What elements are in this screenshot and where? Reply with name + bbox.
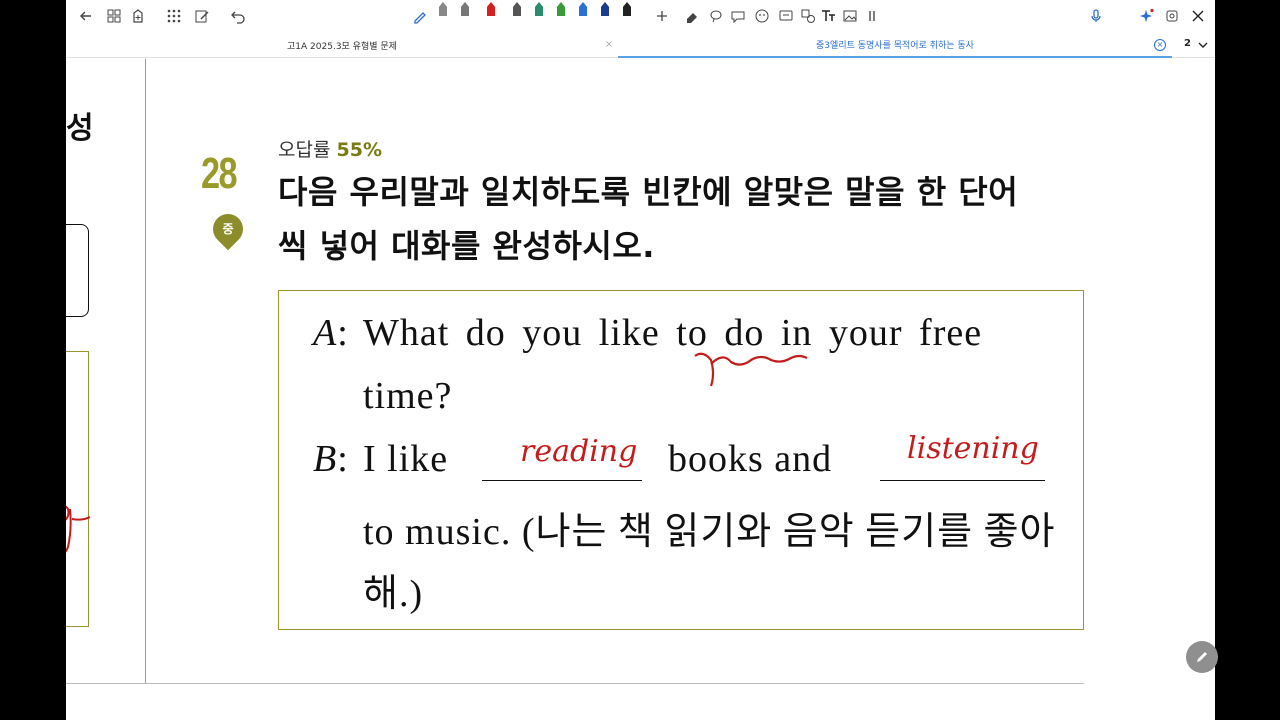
handwritten-answer-1: reading [520,434,638,469]
microphone-icon[interactable] [1084,4,1108,28]
plus-icon[interactable] [650,4,674,28]
dialog-a-line-1: What do you like to do in your free [363,312,983,354]
page-bottom-rule [66,683,1084,684]
handwritten-answer-2: listening [907,431,1039,466]
image-icon[interactable] [838,4,862,28]
tab-document-1[interactable]: 고1A 2025.3모 유형별 문제 [66,32,618,58]
speaker-a-colon: : [337,312,349,354]
pen-blue[interactable] [576,2,590,24]
difficulty-badge: 중 [206,207,250,251]
undo-icon[interactable] [226,4,250,28]
page-column-divider [145,59,146,684]
left-page-box [66,224,89,317]
pen-black[interactable] [620,2,634,24]
tab-document-1-label: 고1A 2025.3모 유형별 문제 [287,41,397,52]
speaker-b-colon: : [337,438,349,480]
underline-squiggle-mark [694,352,808,387]
speaker-a: A: [313,311,349,355]
back-arrow-icon[interactable] [74,4,98,28]
left-handwriting-mark [66,505,91,553]
chevron-down-icon[interactable] [1197,37,1209,51]
instruction-line-2: 씩 넣어 대화를 완성하시오. [278,227,655,265]
eraser-icon[interactable] [680,4,704,28]
pen-gray-2[interactable] [458,2,472,24]
pen-dark[interactable] [510,2,524,24]
speaker-a-label: A [313,312,338,354]
document-page[interactable]: 성 28 중 오답률 55% 다음 우리말과 일치하도록 빈칸에 알맞은 말을 … [66,59,1215,720]
tab-document-2[interactable]: 중3엘리트 동명사를 목적어로 취하는 동사 [618,32,1172,58]
question-instruction: 다음 우리말과 일치하도록 빈칸에 알맞은 말을 한 단어 씩 넣어 대화를 완… [278,165,1098,273]
lasso-icon[interactable] [704,4,728,28]
speaker-b: B: [313,437,349,481]
grid-icon[interactable] [102,4,126,28]
pen-gray[interactable] [436,2,450,24]
pen-navy[interactable] [598,2,612,24]
more-tools-icon[interactable] [860,4,884,28]
dialog-b-line-2-text: to music. (나는 책 읽기와 음악 듣기를 좋아 [363,511,1056,553]
pencil-icon[interactable] [1186,641,1218,673]
text-tool-icon[interactable] [816,4,840,28]
message-icon[interactable] [774,4,798,28]
question-number: 28 [201,149,238,198]
blank-2-line [880,480,1045,481]
letterbox-right [1215,0,1280,720]
document-tab-bar: 고1A 2025.3모 유형별 문제 × 중3엘리트 동명사를 목적어로 취하는… [66,32,1215,58]
dialog-b-line-2: to music. (나는 책 읽기와 음악 듣기를 좋아 [363,500,1055,555]
dialog-b-start: I like [363,438,449,480]
note-app: 고1A 2025.3모 유형별 문제 × 중3엘리트 동명사를 목적어로 취하는… [66,0,1215,720]
error-rate: 오답률 55% [278,135,382,162]
sparkle-icon[interactable] [1134,4,1158,28]
speaker-b-label: B [313,438,338,480]
sticker-icon[interactable] [750,4,774,28]
share-icon[interactable] [1160,4,1184,28]
instruction-line-1: 다음 우리말과 일치하도록 빈칸에 알맞은 말을 한 단어 [278,173,1019,211]
add-page-icon[interactable] [126,4,150,28]
letterbox-left [0,0,66,720]
dialog-a-line-2: time? [363,375,453,417]
tab-document-2-label: 중3엘리트 동명사를 목적어로 취하는 동사 [816,40,974,51]
left-page-answer-box [66,351,89,627]
dialog-b-line-3-text: 해.) [363,573,424,615]
edit-note-icon[interactable] [190,4,214,28]
tab-count: 2 [1184,38,1191,49]
error-rate-label: 오답률 [278,139,331,161]
tab-1-close-icon[interactable]: × [603,39,615,51]
error-rate-value: 55% [336,139,382,161]
top-toolbar [66,0,1215,32]
blank-1-line [482,480,642,481]
pen-green[interactable] [554,2,568,24]
left-page-heading: 성 [66,111,94,146]
pen-teal[interactable] [532,2,546,24]
apps-icon[interactable] [162,4,186,28]
close-icon[interactable] [1186,4,1210,28]
dialog-b-line-3: 해.) [363,562,423,617]
tab-2-close-icon[interactable]: × [1154,39,1166,51]
dialog-b-mid: books and [668,438,833,480]
pen-red-selected[interactable] [484,2,498,24]
pen-tool-icon[interactable] [408,4,432,28]
comment-icon[interactable] [726,4,750,28]
difficulty-label: 중 [222,222,234,236]
